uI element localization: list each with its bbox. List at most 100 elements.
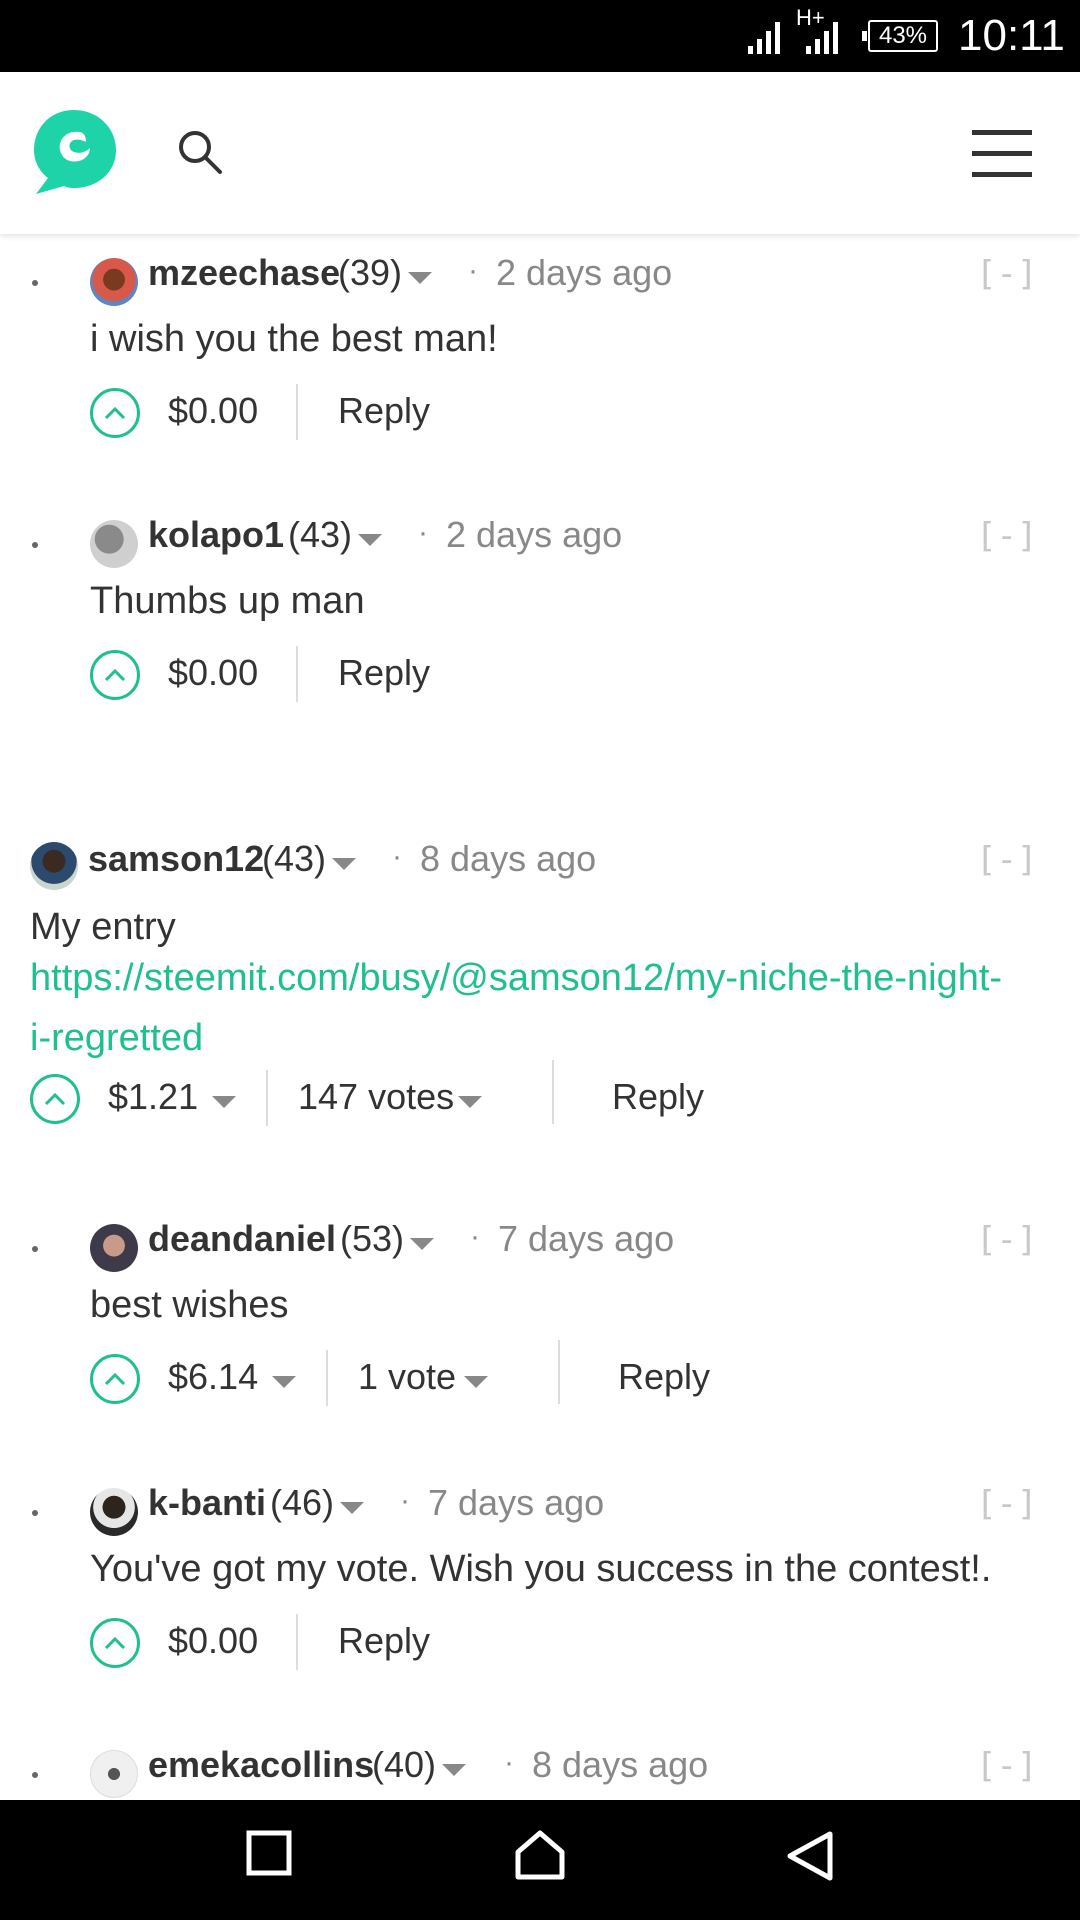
- author-reputation: (43): [288, 514, 353, 555]
- divider: [552, 1060, 554, 1124]
- separator-dot: ·: [392, 840, 402, 873]
- avatar[interactable]: [30, 842, 78, 890]
- votes-dropdown-icon[interactable]: [464, 1376, 488, 1388]
- payout-value[interactable]: $1.21: [108, 1076, 198, 1118]
- signal-icon-2: [806, 22, 838, 54]
- hamburger-menu-icon[interactable]: [970, 128, 1034, 180]
- chevron-up-icon: [104, 406, 126, 420]
- thread-bullet: [32, 280, 38, 286]
- payout-value[interactable]: $0.00: [168, 1620, 258, 1662]
- author-dropdown-icon[interactable]: [358, 534, 382, 546]
- separator-dot: ·: [400, 1484, 410, 1517]
- separator-dot: ·: [470, 1220, 480, 1253]
- author-reputation: (43): [262, 838, 327, 879]
- chevron-up-icon: [104, 668, 126, 682]
- payout-value[interactable]: $0.00: [168, 390, 258, 432]
- comment-body: Thumbs up man: [90, 580, 365, 622]
- author-name[interactable]: deandaniel: [148, 1218, 336, 1260]
- author-name[interactable]: kolapo1: [148, 514, 284, 556]
- chevron-up-icon: [104, 1372, 126, 1386]
- author-reputation: (39): [338, 252, 403, 293]
- recents-square-icon[interactable]: [246, 1830, 292, 1876]
- divider: [296, 384, 298, 440]
- steemit-logo-icon[interactable]: [28, 106, 120, 198]
- thread-bullet: [32, 1510, 38, 1516]
- battery-indicator: 43%: [862, 20, 938, 52]
- author-name[interactable]: samson12: [88, 838, 264, 880]
- search-icon[interactable]: [176, 128, 224, 176]
- author-dropdown-icon[interactable]: [442, 1764, 466, 1776]
- payout-dropdown-icon[interactable]: [272, 1376, 296, 1388]
- reply-button[interactable]: Reply: [338, 390, 430, 432]
- system-nav-bar: [0, 1800, 1080, 1920]
- separator-dot: ·: [418, 516, 428, 549]
- collapse-toggle[interactable]: [-]: [976, 1484, 1037, 1524]
- comment-body: best wishes: [90, 1284, 289, 1326]
- reply-button[interactable]: Reply: [612, 1076, 704, 1118]
- avatar[interactable]: [90, 520, 138, 568]
- signal-icon: [748, 22, 780, 54]
- divider: [296, 1614, 298, 1670]
- separator-dot: ·: [468, 254, 478, 287]
- votes-dropdown-icon[interactable]: [458, 1096, 482, 1108]
- comment-body: You've got my vote. Wish you success in …: [90, 1548, 992, 1590]
- collapse-toggle[interactable]: [-]: [976, 1220, 1037, 1260]
- thread-bullet: [32, 1772, 38, 1778]
- author-name[interactable]: k-banti: [148, 1482, 266, 1524]
- votes-count[interactable]: 147 votes: [298, 1076, 454, 1118]
- author-reputation: (53): [340, 1218, 405, 1259]
- upvote-button[interactable]: [90, 1618, 140, 1668]
- collapse-toggle[interactable]: [-]: [976, 516, 1037, 556]
- author-name[interactable]: mzeechase: [148, 252, 340, 294]
- comment-time[interactable]: 8 days ago: [532, 1744, 708, 1786]
- divider: [326, 1350, 328, 1406]
- comment-body: i wish you the best man!: [90, 318, 498, 360]
- votes-count[interactable]: 1 vote: [358, 1356, 456, 1398]
- comment-time[interactable]: 8 days ago: [420, 838, 596, 880]
- comment-time[interactable]: 7 days ago: [428, 1482, 604, 1524]
- author-dropdown-icon[interactable]: [408, 272, 432, 284]
- collapse-toggle[interactable]: [-]: [976, 1746, 1037, 1786]
- upvote-button[interactable]: [90, 1354, 140, 1404]
- author-reputation: (40): [372, 1744, 437, 1785]
- author-dropdown-icon[interactable]: [340, 1502, 364, 1514]
- payout-value[interactable]: $6.14: [168, 1356, 258, 1398]
- separator-dot: ·: [504, 1746, 514, 1779]
- reply-button[interactable]: Reply: [618, 1356, 710, 1398]
- avatar[interactable]: [90, 1488, 138, 1536]
- payout-value[interactable]: $0.00: [168, 652, 258, 694]
- upvote-button[interactable]: [90, 388, 140, 438]
- divider: [266, 1070, 268, 1126]
- collapse-toggle[interactable]: [-]: [976, 840, 1037, 880]
- comment-thread: mzeechase (39) · 2 days ago [-] i wish y…: [0, 234, 1080, 1800]
- upvote-button[interactable]: [30, 1074, 80, 1124]
- thread-bullet: [32, 1246, 38, 1252]
- divider: [296, 646, 298, 702]
- author-dropdown-icon[interactable]: [410, 1238, 434, 1250]
- comment-time[interactable]: 7 days ago: [498, 1218, 674, 1260]
- thread-bullet: [32, 542, 38, 548]
- comment-body: My entry: [30, 906, 176, 948]
- chevron-up-icon: [104, 1636, 126, 1650]
- author-dropdown-icon[interactable]: [332, 858, 356, 870]
- collapse-toggle[interactable]: [-]: [976, 254, 1037, 294]
- back-triangle-icon[interactable]: [784, 1830, 834, 1882]
- avatar[interactable]: [90, 1224, 138, 1272]
- comment-link[interactable]: https://steemit.com/busy/@samson12/my-ni…: [30, 948, 1010, 1068]
- reply-button[interactable]: Reply: [338, 652, 430, 694]
- author-reputation: (46): [270, 1482, 335, 1523]
- clock: 10:11: [958, 11, 1065, 60]
- payout-dropdown-icon[interactable]: [212, 1096, 236, 1108]
- avatar[interactable]: [90, 258, 138, 306]
- home-icon[interactable]: [514, 1830, 566, 1880]
- upvote-button[interactable]: [90, 650, 140, 700]
- app-header: [0, 72, 1080, 234]
- chevron-up-icon: [44, 1092, 66, 1106]
- comment-time[interactable]: 2 days ago: [496, 252, 672, 294]
- reply-button[interactable]: Reply: [338, 1620, 430, 1662]
- avatar[interactable]: [90, 1750, 138, 1798]
- status-bar: H+ 43% 10:11: [0, 0, 1080, 72]
- comment-time[interactable]: 2 days ago: [446, 514, 622, 556]
- author-name[interactable]: emekacollins: [148, 1744, 374, 1786]
- divider: [558, 1340, 560, 1404]
